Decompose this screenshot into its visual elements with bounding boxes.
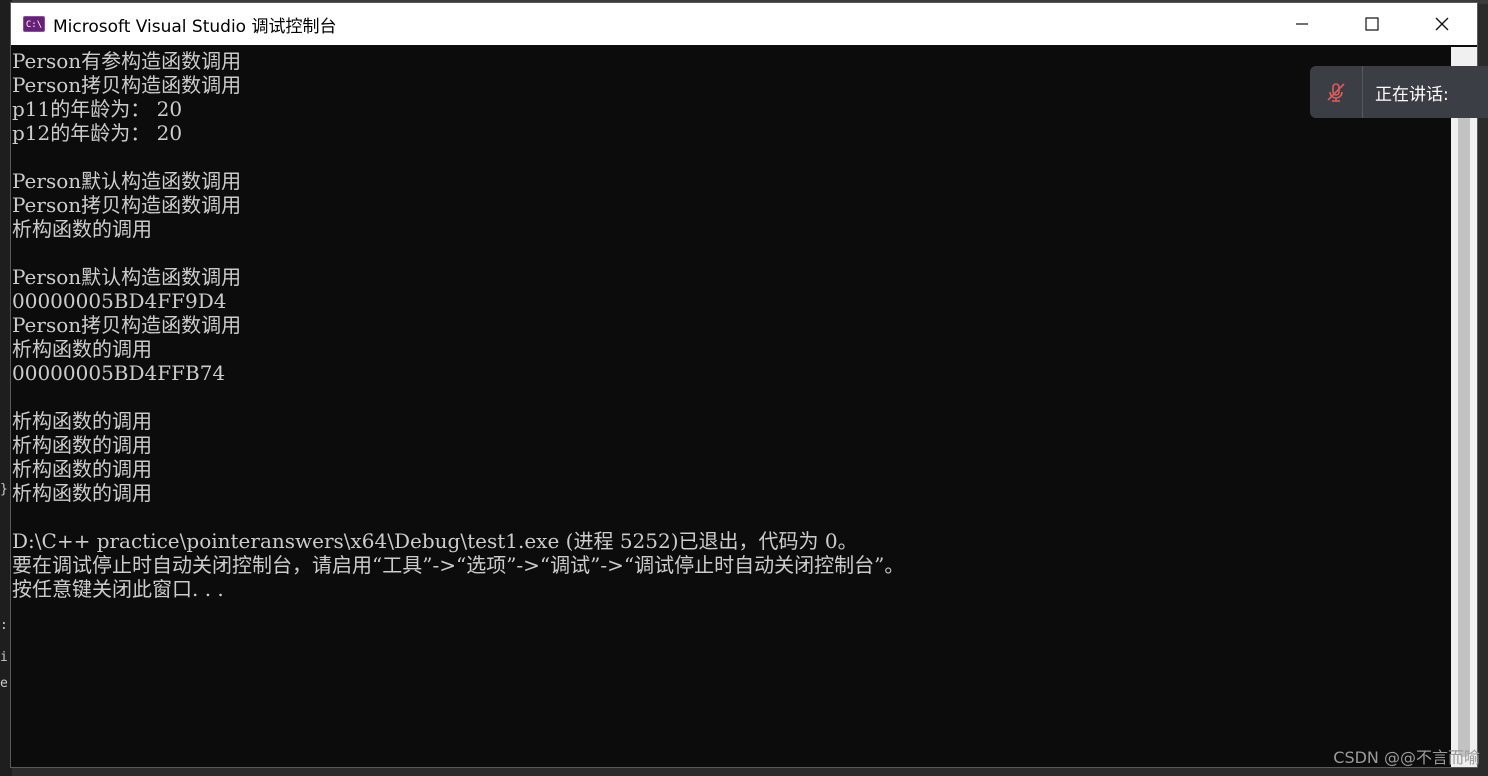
console-line: Person默认构造函数调用: [12, 265, 242, 289]
console-line: Person有参构造函数调用: [12, 49, 242, 73]
console-line: 要在调试停止时自动关闭控制台，请启用“工具”->“选项”->“调试”->“调试停…: [12, 553, 905, 577]
speaking-label: 正在讲话:: [1375, 84, 1449, 105]
speaking-notification[interactable]: 正在讲话:: [1310, 66, 1488, 118]
console-line: 析构函数的调用: [12, 337, 152, 361]
console-line: Person拷贝构造函数调用: [12, 193, 242, 217]
console-line: 析构函数的调用: [12, 409, 152, 433]
console-line: 00000005BD4FF9D4: [12, 289, 227, 313]
close-button[interactable]: [1407, 3, 1477, 45]
minimize-icon: [1296, 23, 1308, 25]
minimize-button[interactable]: [1267, 3, 1337, 45]
console-line: p11的年龄为： 20: [12, 97, 183, 121]
vertical-scrollbar[interactable]: [1451, 47, 1477, 767]
console-line: 析构函数的调用: [12, 433, 152, 457]
console-app-icon: C:\: [23, 16, 45, 32]
console-output[interactable]: Person有参构造函数调用 Person拷贝构造函数调用 p11的年龄为： 2…: [11, 47, 1451, 767]
console-line: D:\C++ practice\pointeranswers\x64\Debug…: [12, 529, 858, 553]
microphone-muted-button[interactable]: [1310, 66, 1363, 118]
console-line: Person拷贝构造函数调用: [12, 313, 242, 337]
console-line: 析构函数的调用: [12, 457, 152, 481]
title-bar[interactable]: C:\ Microsoft Visual Studio 调试控制台: [11, 3, 1477, 45]
maximize-icon: [1365, 17, 1379, 31]
console-line: 按任意键关闭此窗口. . .: [12, 577, 224, 601]
console-line: p12的年龄为： 20: [12, 121, 183, 145]
console-line: Person拷贝构造函数调用: [12, 73, 242, 97]
console-line: 析构函数的调用: [12, 481, 152, 505]
scrollbar-thumb[interactable]: [1458, 97, 1470, 757]
console-line: 析构函数的调用: [12, 217, 152, 241]
console-line: Person默认构造函数调用: [12, 169, 242, 193]
window-title: Microsoft Visual Studio 调试控制台: [53, 16, 337, 37]
microphone-muted-icon: [1327, 83, 1345, 102]
watermark: CSDN @@不言而喻: [1333, 748, 1480, 767]
close-icon: [1435, 17, 1449, 31]
debug-console-window[interactable]: C:\ Microsoft Visual Studio 调试控制台 Person…: [10, 2, 1478, 768]
console-line: 00000005BD4FFB74: [12, 361, 226, 385]
maximize-button[interactable]: [1337, 3, 1407, 45]
